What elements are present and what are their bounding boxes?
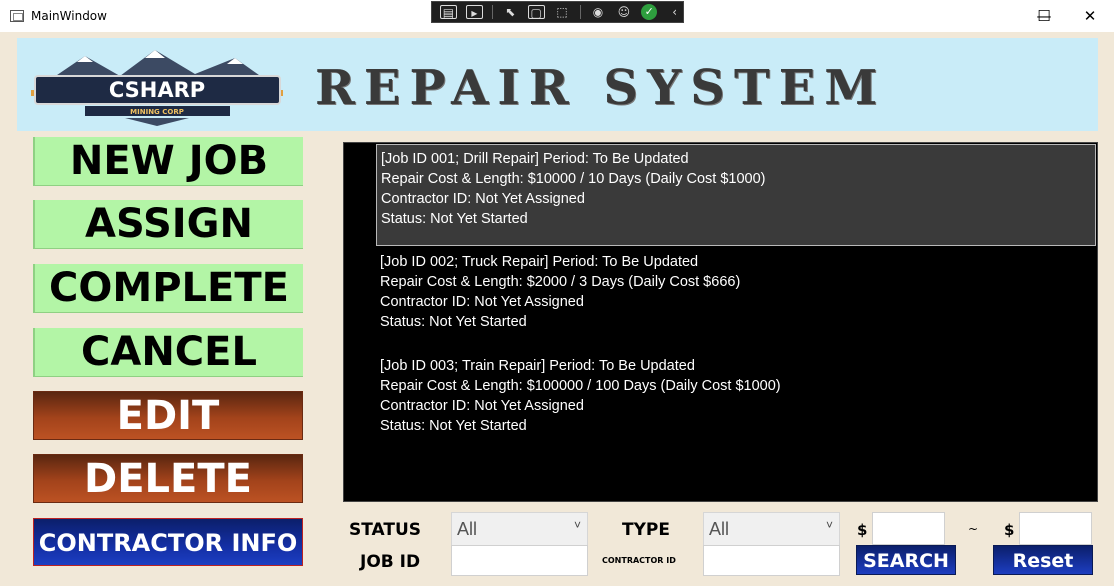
toolbar-separator <box>491 5 493 19</box>
window-title: MainWindow <box>31 9 107 23</box>
contractor-info-button[interactable]: CONTRACTOR INFO <box>33 518 303 566</box>
job-header: [Job ID 003; Train Repair] Period: To Be… <box>380 358 695 374</box>
check-icon[interactable]: ✓ <box>641 4 658 20</box>
logo-subtext: MINING CORP <box>130 108 184 116</box>
job-cost: Repair Cost & Length: $10000 / 10 Days (… <box>381 171 766 187</box>
job-cost: Repair Cost & Length: $100000 / 100 Days… <box>380 378 781 394</box>
list-item[interactable]: [Job ID 003; Train Repair] Period: To Be… <box>376 352 1096 440</box>
max-dollar-sign: $ <box>1004 521 1015 539</box>
status-selected-value: All <box>457 519 478 539</box>
video-icon[interactable]: ▸ <box>465 5 483 20</box>
status-label: STATUS <box>349 520 422 540</box>
type-label: TYPE <box>622 520 670 540</box>
job-status: Status: Not Yet Started <box>380 314 527 330</box>
maximize-button[interactable]: ☐ <box>1021 0 1067 32</box>
chevron-down-icon: ˅ <box>573 518 581 532</box>
accessibility-icon[interactable]: ☺ <box>615 5 632 19</box>
contractor-id-input[interactable] <box>703 545 840 576</box>
new-job-button[interactable]: NEW JOB <box>33 137 303 186</box>
job-header: [Job ID 002; Truck Repair] Period: To Be… <box>380 254 699 270</box>
job-id-label: JOB ID <box>360 552 421 572</box>
company-logo: CSHARP MINING CORP <box>25 46 288 126</box>
header-banner: CSHARP MINING CORP REPAIR SYSTEM <box>17 38 1098 131</box>
window-icon <box>10 10 24 22</box>
hot-reload-icon[interactable]: ◉ <box>590 5 607 19</box>
job-header: [Job ID 001; Drill Repair] Period: To Be… <box>381 151 689 167</box>
app-title: REPAIR SYSTEM <box>315 60 887 116</box>
edit-button[interactable]: EDIT <box>33 391 303 440</box>
job-status: Status: Not Yet Started <box>380 418 527 434</box>
type-combobox[interactable]: All ˅ <box>703 512 840 546</box>
complete-button[interactable]: COMPLETE <box>33 264 303 313</box>
live-tree-icon[interactable]: ▤ <box>440 5 457 20</box>
job-status: Status: Not Yet Started <box>381 211 528 227</box>
max-cost-input[interactable] <box>1019 512 1092 545</box>
main-window-client: CSHARP MINING CORP REPAIR SYSTEM NEW JOB… <box>0 32 1114 586</box>
list-item[interactable]: [Job ID 001; Drill Repair] Period: To Be… <box>376 144 1096 246</box>
cancel-button[interactable]: CANCEL <box>33 328 303 377</box>
job-cost: Repair Cost & Length: $2000 / 3 Days (Da… <box>380 274 741 290</box>
toolbar-separator <box>579 5 581 19</box>
title-bar: MainWindow ▤ ▸ ⬉ ▢ ⬚ ◉ ☺ ✓ ‹ — ☐ ✕ <box>0 0 1114 32</box>
select-element-icon[interactable]: ⬉ <box>502 5 519 19</box>
min-cost-input[interactable] <box>872 512 945 545</box>
type-selected-value: All <box>709 519 730 539</box>
reset-button[interactable]: Reset <box>993 545 1093 575</box>
contractor-id-label: CONTRACTOR ID <box>602 556 676 565</box>
search-button[interactable]: SEARCH <box>856 545 956 575</box>
status-combobox[interactable]: All ˅ <box>451 512 588 546</box>
job-id-input[interactable] <box>451 545 588 576</box>
job-contractor: Contractor ID: Not Yet Assigned <box>381 191 585 207</box>
logo-text: CSHARP <box>109 78 205 102</box>
chevron-down-icon: ˅ <box>825 518 833 532</box>
assign-button[interactable]: ASSIGN <box>33 200 303 249</box>
close-button[interactable]: ✕ <box>1067 0 1113 32</box>
track-focus-icon[interactable]: ⬚ <box>554 5 571 19</box>
job-contractor: Contractor ID: Not Yet Assigned <box>380 398 584 414</box>
job-contractor: Contractor ID: Not Yet Assigned <box>380 294 584 310</box>
delete-button[interactable]: DELETE <box>33 454 303 503</box>
collapse-icon[interactable]: ‹ <box>666 5 683 19</box>
xaml-debug-toolbar: ▤ ▸ ⬉ ▢ ⬚ ◉ ☺ ✓ ‹ <box>431 1 684 23</box>
min-dollar-sign: $ <box>857 521 868 539</box>
job-list[interactable]: [Job ID 001; Drill Repair] Period: To Be… <box>343 142 1098 502</box>
range-separator: ~ <box>968 522 979 536</box>
display-layout-adorners-icon[interactable]: ▢ <box>527 5 545 20</box>
list-item[interactable]: [Job ID 002; Truck Repair] Period: To Be… <box>376 248 1096 336</box>
